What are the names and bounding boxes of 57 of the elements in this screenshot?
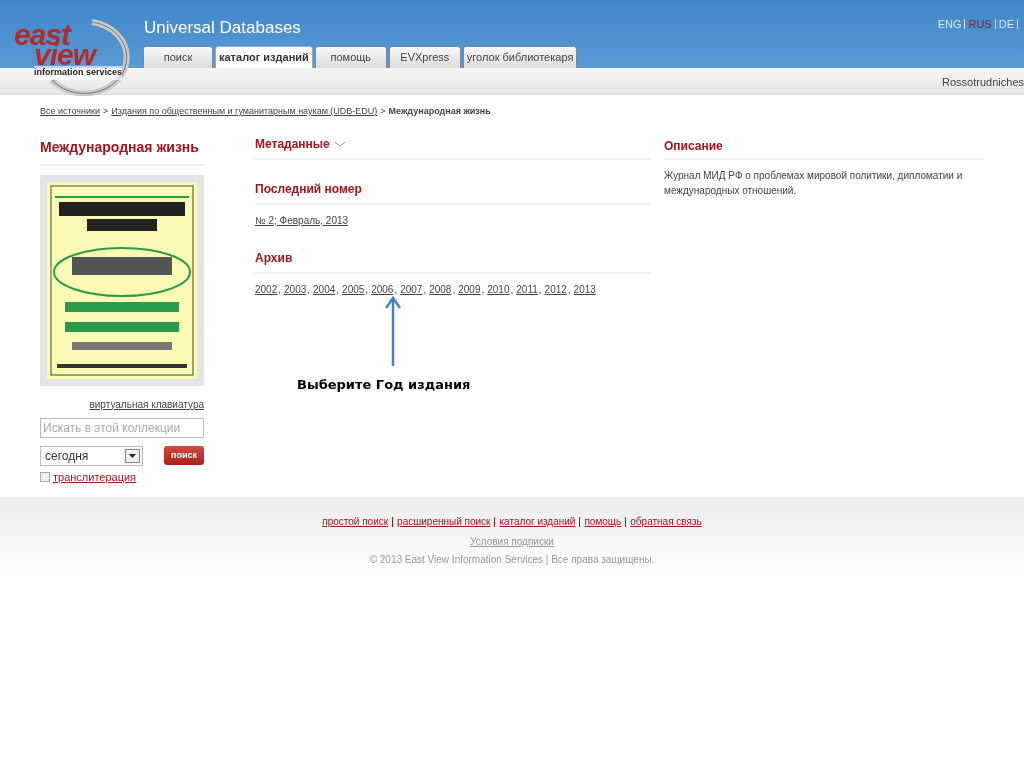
search-button[interactable]: поиск <box>164 446 204 465</box>
year-link[interactable]: 2012 <box>544 281 567 297</box>
footer-link[interactable]: расширенный поиск <box>397 514 491 529</box>
footer-link[interactable]: помощь <box>584 514 622 529</box>
breadcrumb-separator: > <box>380 105 386 118</box>
footer-link[interactable]: простой поиск <box>322 514 389 529</box>
section-title: Архив <box>255 248 651 274</box>
annotation-text: Выберите Год издания <box>297 376 471 394</box>
year-link[interactable]: 2004 <box>313 281 336 297</box>
section-title: Последний номер <box>255 179 651 205</box>
period-dropdown[interactable]: сегодня <box>40 445 143 466</box>
year-link[interactable]: 2003 <box>284 281 307 297</box>
year-link[interactable]: 2010 <box>487 281 510 297</box>
nav-tab[interactable]: помощь <box>314 46 387 68</box>
comma: , <box>394 282 398 297</box>
issue-link[interactable]: № 2; Февраль, 2013 <box>255 212 349 228</box>
nav-tab[interactable]: EVXpress <box>388 46 461 68</box>
nav-tab[interactable]: каталог изданий <box>215 46 313 68</box>
virtual-keyboard-link[interactable]: виртуальная клавиатура <box>89 398 204 410</box>
year-link[interactable]: 2007 <box>400 281 423 297</box>
breadcrumb-current: Международная жизнь <box>388 105 491 118</box>
logo[interactable]: east view information services <box>12 18 132 96</box>
year-link[interactable]: 2005 <box>342 281 365 297</box>
breadcrumb-link[interactable]: Издания по общественным и гуманитарным наукам (UDB-EDU) <box>111 105 378 119</box>
year-link[interactable]: 2011 <box>516 281 538 297</box>
year-link[interactable]: 2013 <box>573 281 596 297</box>
year-link[interactable]: 2009 <box>458 281 481 297</box>
publication-title: Международная жизнь <box>40 136 204 166</box>
metadata-toggle[interactable]: Метаданные <box>255 135 330 153</box>
transliteration-link[interactable]: транслитерация <box>53 468 137 485</box>
nav-tab[interactable]: уголок библиотекаря <box>462 46 578 68</box>
comma: , <box>567 282 571 297</box>
search-field[interactable]: Искать в этой коллекции <box>40 417 204 438</box>
user-name: Rossotrudniches <box>942 75 1024 90</box>
site-title: Universal Databases <box>144 17 301 39</box>
year-link[interactable]: 2006 <box>371 281 394 297</box>
footer-link[interactable]: каталог изданий <box>499 514 576 529</box>
arrow <box>385 296 401 366</box>
comma: , <box>336 282 340 297</box>
comma: , <box>538 282 542 297</box>
comma: , <box>510 282 514 297</box>
checkbox[interactable] <box>40 471 50 482</box>
comma: , <box>423 282 427 297</box>
description-text: Журнал МИД РФ о проблемах мировой политики, дипломатии и международных отношений. <box>664 168 964 198</box>
nav-tab[interactable]: поиск <box>143 46 213 68</box>
comma: , <box>481 282 485 297</box>
section-title: Описание <box>664 136 984 160</box>
footer-link[interactable]: обратная связь <box>630 514 702 529</box>
comma: , <box>278 282 282 297</box>
comma: , <box>307 282 311 297</box>
breadcrumb-separator: > <box>103 105 109 118</box>
year-link[interactable]: 2008 <box>429 281 452 297</box>
year-link[interactable]: 2002 <box>255 281 278 297</box>
copyright-text: © 2013 East View Information Services | Все права защищены. <box>369 553 655 567</box>
comma: , <box>365 282 369 297</box>
comma: , <box>452 282 456 297</box>
breadcrumb-link[interactable]: Все источники <box>40 105 101 119</box>
